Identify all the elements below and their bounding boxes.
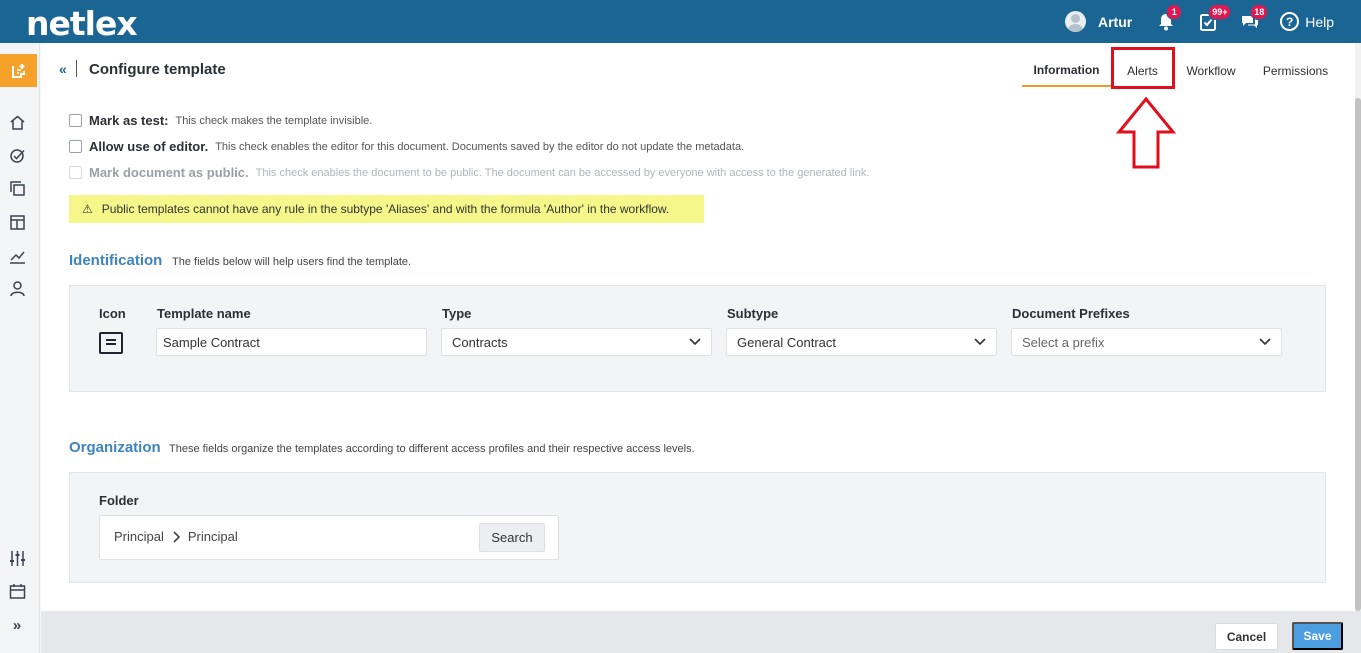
user-menu[interactable]: Artur [1064,11,1133,32]
tab-permissions[interactable]: Permissions [1248,54,1343,87]
folder-field: Principal Principal Search [99,515,559,560]
page-title: Configure template [89,61,226,78]
new-document-button[interactable] [0,54,37,87]
tasks-button[interactable]: 99+ [1196,3,1232,34]
folder-label: Folder [99,493,139,508]
option-description: This check enables the document to be pu… [255,166,870,179]
allow-editor-checkbox[interactable] [69,140,82,153]
sidebar-calendar[interactable] [8,582,26,600]
notifications-badge: 1 [1166,3,1183,20]
sidebar-documents[interactable] [8,179,26,197]
subtype-label: Subtype [727,306,779,321]
folder-path-root: Principal [114,529,164,544]
netlex-logo[interactable]: netlex [26,4,138,43]
expand-sidebar-icon[interactable]: » [8,616,26,634]
identification-title: Identification [69,252,163,269]
user-icon [9,280,25,296]
option-label: Allow use of editor. [89,139,209,154]
template-icon-picker[interactable] [99,332,123,354]
cancel-button[interactable]: Cancel [1215,623,1278,650]
top-bar-actions: Artur 1 99+ 18 ? Help [1064,0,1361,43]
option-description: This check makes the template invisible. [175,114,373,127]
arrow-up-icon [1115,96,1177,169]
option-mark-as-test: Mark as test: This check makes the templ… [69,113,372,128]
organization-description: These fields organize the templates acco… [169,443,695,455]
type-value: Contracts [452,334,508,350]
messages-button[interactable]: 18 [1238,3,1269,34]
document-prefixes-select[interactable]: Select a prefix [1011,328,1282,356]
template-name-label: Template name [157,306,251,321]
user-name: Artur [1097,13,1133,30]
sidebar-templates[interactable] [8,213,26,231]
chevron-down-icon [689,338,701,346]
sidebar: » [0,43,40,653]
warning-text: Public templates cannot have any rule in… [101,202,670,216]
subtype-value: General Contract [737,334,836,350]
type-select[interactable]: Contracts [441,328,712,356]
calendar-icon [9,583,25,599]
help-button[interactable]: ? Help [1280,12,1334,31]
template-name-input[interactable]: Sample Contract [156,328,427,356]
tab-information[interactable]: Information [1022,54,1111,87]
sidebar-settings[interactable] [8,549,26,567]
organization-title: Organization [69,439,161,456]
option-label: Mark as test: [89,113,169,128]
template-icon [9,214,25,230]
help-label: Help [1305,13,1334,30]
scrollbar-thumb[interactable] [1355,98,1361,611]
home-icon [10,115,24,130]
sliders-icon [9,550,25,566]
folder-search-button[interactable]: Search [479,523,545,552]
avatar [1064,11,1086,32]
type-label: Type [442,306,472,321]
circle-check-icon [9,148,25,163]
warning-icon: ⚠ [82,202,93,216]
messages-badge: 18 [1250,3,1269,20]
folder-path-current: Principal [187,529,238,544]
back-icon[interactable]: « [59,61,67,77]
option-allow-editor: Allow use of editor. This check enables … [69,139,744,154]
add-document-icon [11,63,25,78]
folder-breadcrumb: Principal Principal [114,529,238,544]
subtype-select[interactable]: General Contract [726,328,997,356]
header-divider [76,60,77,77]
save-button[interactable]: Save [1292,622,1343,650]
template-name-value: Sample Contract [163,334,260,350]
mark-as-test-checkbox[interactable] [69,114,82,127]
option-label: Mark document as public. [89,165,249,180]
document-prefixes-label: Document Prefixes [1012,306,1130,321]
notifications-button[interactable]: 1 [1154,3,1183,34]
sidebar-reports[interactable] [8,247,26,265]
option-mark-public: Mark document as public. This check enab… [69,165,869,180]
question-icon: ? [1280,12,1300,31]
tab-bar: Information Alerts Workflow Permissions [1022,54,1343,87]
chevron-down-icon [974,338,986,346]
alerts-highlight-box [1111,47,1175,89]
identification-description: The fields below will help users find th… [172,256,412,268]
chevron-right-icon [172,530,180,543]
footer-bar [41,611,1361,653]
tab-workflow[interactable]: Workflow [1174,54,1248,87]
icon-label: Icon [99,306,126,321]
chart-line-icon [9,251,25,264]
public-template-warning: ⚠ Public templates cannot have any rule … [69,195,704,223]
chevron-down-icon [1259,338,1271,346]
option-description: This check enables the editor for this d… [215,140,745,153]
top-bar: netlex Artur 1 99+ 18 ? Help [0,0,1361,43]
sidebar-users[interactable] [8,279,26,297]
tasks-badge: 99+ [1208,3,1232,20]
mark-public-checkbox [69,166,82,179]
documents-icon [9,180,25,196]
sidebar-home[interactable] [8,113,26,131]
prefix-placeholder: Select a prefix [1022,334,1105,350]
sidebar-tasks[interactable] [8,146,26,164]
